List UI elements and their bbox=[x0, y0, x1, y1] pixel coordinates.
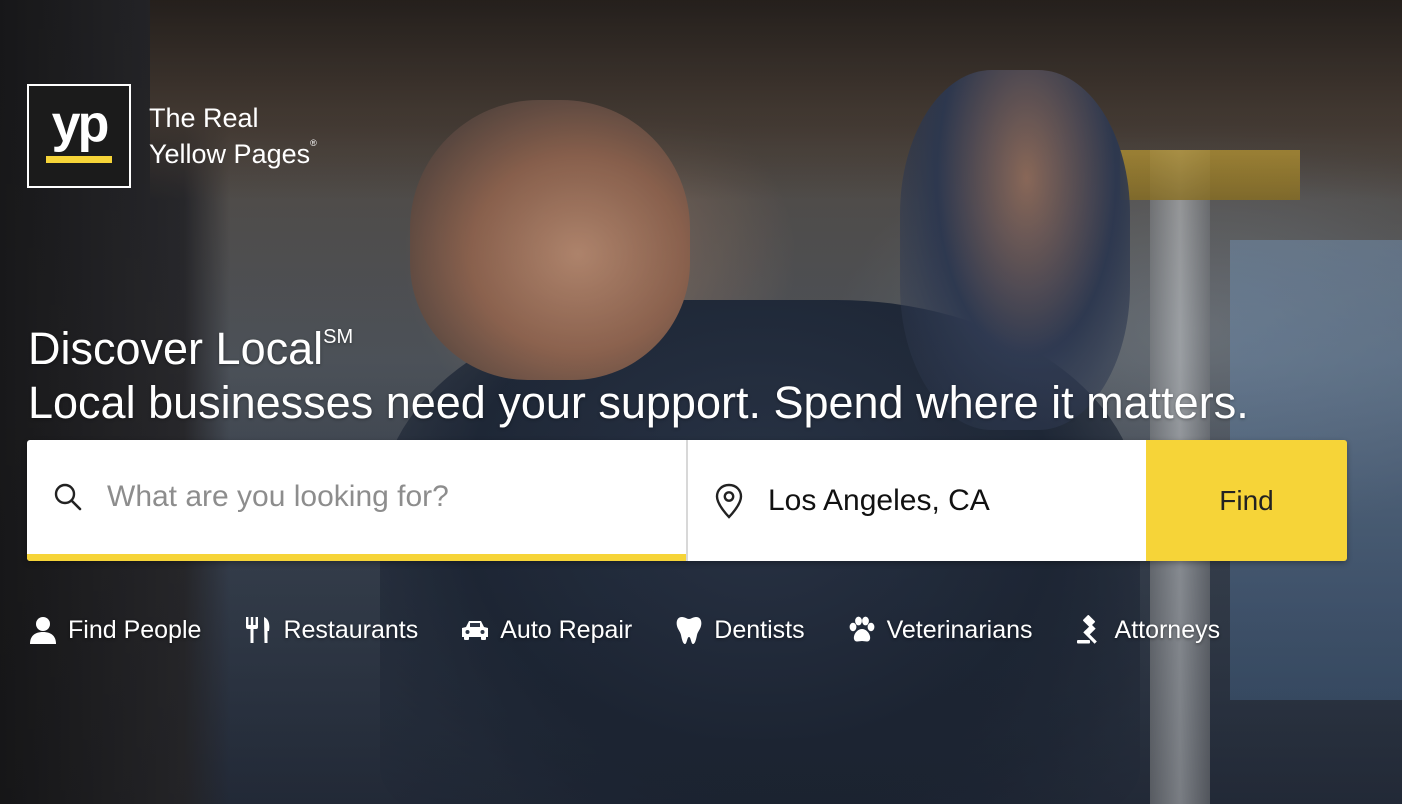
what-input[interactable] bbox=[105, 479, 649, 515]
paw-icon bbox=[847, 615, 877, 645]
where-field bbox=[688, 440, 1146, 561]
category-restaurants[interactable]: Restaurants bbox=[243, 615, 418, 645]
service-mark: SM bbox=[323, 326, 354, 348]
car-icon bbox=[460, 615, 490, 645]
hero-title-text: Discover Local bbox=[28, 323, 324, 374]
search-form: Find bbox=[27, 440, 1347, 561]
brand-name-line2-text: Yellow Pages bbox=[149, 139, 311, 169]
category-veterinarians[interactable]: Veterinarians bbox=[847, 615, 1033, 645]
category-label: Restaurants bbox=[283, 615, 419, 644]
yp-logo-link[interactable]: yp The Real Yellow Pages® bbox=[27, 84, 317, 188]
brand-name-line1: The Real bbox=[149, 103, 259, 133]
hero-headline: Discover LocalSM Local businesses need y… bbox=[28, 322, 1249, 430]
popular-categories: Find People Restaurants Auto Repair Dent… bbox=[28, 615, 1220, 645]
hero-title: Discover LocalSM bbox=[28, 322, 1249, 376]
category-label: Auto Repair bbox=[500, 615, 633, 644]
brand-name-line2: Yellow Pages® bbox=[149, 136, 317, 172]
location-pin-icon bbox=[714, 483, 744, 519]
yp-logo-mark: yp bbox=[51, 94, 110, 153]
category-auto-repair[interactable]: Auto Repair bbox=[460, 615, 632, 645]
person-icon bbox=[28, 615, 58, 645]
yp-logo-underline bbox=[46, 155, 112, 163]
category-label: Dentists bbox=[714, 615, 805, 644]
hero-section: yp The Real Yellow Pages® Discover Local… bbox=[0, 0, 1402, 804]
category-label: Veterinarians bbox=[886, 615, 1033, 644]
tooth-icon bbox=[674, 615, 704, 645]
hero-subtitle: Local businesses need your support. Spen… bbox=[28, 377, 1249, 428]
brand-name: The Real Yellow Pages® bbox=[149, 100, 317, 172]
what-field bbox=[27, 440, 686, 561]
trademark-symbol: ® bbox=[310, 138, 317, 148]
gavel-icon bbox=[1075, 615, 1105, 645]
where-input[interactable] bbox=[766, 482, 1130, 519]
yp-logo-box: yp bbox=[27, 84, 131, 188]
category-label: Attorneys bbox=[1114, 615, 1221, 644]
category-attorneys[interactable]: Attorneys bbox=[1075, 615, 1221, 645]
fork-knife-icon bbox=[243, 615, 273, 645]
category-dentists[interactable]: Dentists bbox=[674, 615, 805, 645]
find-button[interactable]: Find bbox=[1146, 440, 1347, 561]
search-icon bbox=[53, 482, 83, 512]
category-find-people[interactable]: Find People bbox=[28, 615, 201, 645]
category-label: Find People bbox=[68, 615, 202, 644]
